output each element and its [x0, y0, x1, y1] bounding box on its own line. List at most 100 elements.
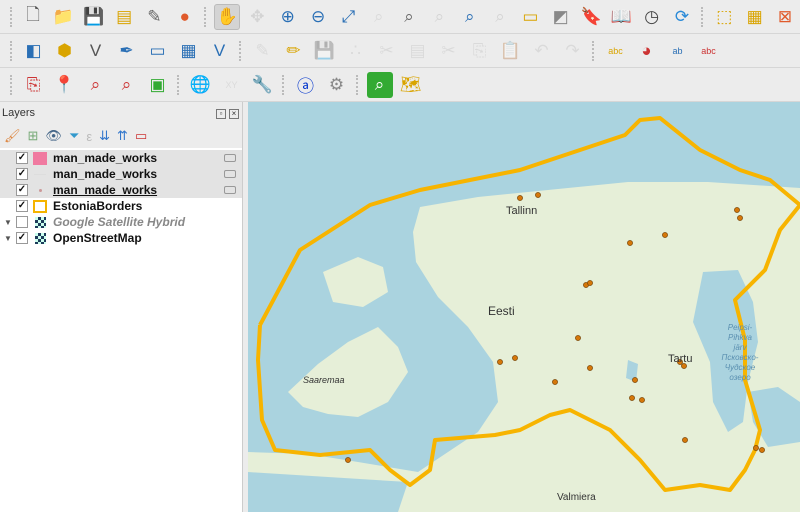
- locator-icon[interactable]: ⌕: [366, 71, 393, 98]
- filter-expression-icon[interactable]: ε: [86, 129, 92, 144]
- zoom-full-icon[interactable]: ⤢: [336, 4, 361, 30]
- identify-icon[interactable]: ⌕: [83, 72, 109, 98]
- toolbar-grip[interactable]: [701, 6, 705, 27]
- label-tool-icon[interactable]: abc: [603, 38, 629, 64]
- layer-visibility-checkbox[interactable]: [16, 216, 28, 228]
- new-geopackage-icon[interactable]: ⬢: [52, 38, 78, 64]
- save-project-icon[interactable]: 💾: [81, 4, 106, 30]
- select-features-icon[interactable]: ⬚: [712, 4, 737, 30]
- redo-icon[interactable]: ↷: [560, 38, 586, 64]
- feature-point[interactable]: [753, 445, 759, 451]
- zoom-next-icon[interactable]: ⌕: [487, 4, 512, 30]
- toolbar-grip[interactable]: [10, 6, 14, 27]
- new-print-layout-icon[interactable]: ▤: [111, 4, 136, 30]
- style-manager-colors-icon[interactable]: ●: [172, 4, 197, 30]
- qgis-cloud-icon[interactable]: ⓐ: [293, 72, 319, 98]
- style-manager-icon[interactable]: ✎: [142, 4, 167, 30]
- label-pin-icon[interactable]: ◕: [634, 38, 660, 64]
- xy-tool-icon[interactable]: XY: [219, 72, 245, 98]
- attribute-table-icon[interactable]: ▦: [742, 4, 767, 30]
- label-move-icon[interactable]: abc: [696, 38, 722, 64]
- feature-point[interactable]: [759, 447, 765, 453]
- collapse-all-icon[interactable]: ⇈: [117, 128, 128, 144]
- remove-layer-icon[interactable]: ▭: [135, 128, 147, 144]
- feature-point[interactable]: [552, 379, 558, 385]
- toolbar-grip[interactable]: [282, 74, 286, 95]
- feature-point[interactable]: [632, 377, 638, 383]
- new-project-icon[interactable]: 🗋: [20, 4, 45, 30]
- toolbar-grip[interactable]: [10, 40, 14, 61]
- toolbar-grip[interactable]: [592, 40, 596, 61]
- undo-icon[interactable]: ↶: [529, 38, 555, 64]
- close-panel-icon[interactable]: ×: [229, 109, 239, 119]
- layer-row[interactable]: ▼ ✓ OpenStreetMap: [0, 230, 242, 246]
- zoom-last-icon[interactable]: ⌕: [457, 4, 482, 30]
- style-panel-icon[interactable]: 🖌: [4, 128, 21, 144]
- add-layer-icon[interactable]: ⎘: [21, 72, 47, 98]
- feature-point[interactable]: [575, 335, 581, 341]
- zoom-in-icon[interactable]: ⊕: [275, 4, 300, 30]
- feature-point[interactable]: [639, 397, 645, 403]
- refresh-icon[interactable]: ⟳: [669, 4, 694, 30]
- new-spatialite-icon[interactable]: ✒: [114, 38, 140, 64]
- new-shapefile-icon[interactable]: V: [83, 38, 109, 64]
- toggle-editing-icon[interactable]: ✏: [281, 38, 307, 64]
- new-virtual-layer-icon[interactable]: ▭: [145, 38, 171, 64]
- delete-icon[interactable]: ▤: [405, 38, 431, 64]
- new-mesh-icon[interactable]: ▦: [176, 38, 202, 64]
- expand-arrow-icon[interactable]: ▼: [0, 234, 16, 243]
- layer-visibility-checkbox[interactable]: ✓: [16, 200, 28, 212]
- zoom-native-icon[interactable]: ⌕: [427, 4, 452, 30]
- expand-arrow-icon[interactable]: ▼: [0, 218, 16, 227]
- layer-visibility-checkbox[interactable]: ✓: [16, 168, 28, 180]
- identify-multi-icon[interactable]: ⌕: [114, 72, 140, 98]
- vertex-tool-icon[interactable]: ✂: [374, 38, 400, 64]
- wrench-icon[interactable]: 🔧: [250, 72, 276, 98]
- show-bookmarks-icon[interactable]: 📖: [609, 4, 634, 30]
- add-point-icon[interactable]: ∴: [343, 38, 369, 64]
- add-group-icon[interactable]: ⊞: [28, 128, 39, 144]
- pan-to-selection-icon[interactable]: ✥: [245, 4, 270, 30]
- save-edits-icon[interactable]: 💾: [312, 38, 338, 64]
- feature-point[interactable]: [629, 395, 635, 401]
- open-project-icon[interactable]: 📁: [51, 4, 76, 30]
- zoom-to-selection-icon[interactable]: ⌕: [366, 4, 391, 30]
- paste-icon[interactable]: 📋: [498, 38, 524, 64]
- feature-point[interactable]: [345, 457, 351, 463]
- layer-row[interactable]: ✓ man_made_works: [0, 182, 242, 198]
- pin-icon[interactable]: 📍: [52, 72, 78, 98]
- feature-point[interactable]: [737, 215, 743, 221]
- openlayers-icon[interactable]: 🗺: [398, 72, 424, 98]
- refresh-clock-icon[interactable]: ◷: [639, 4, 664, 30]
- layer-visibility-checkbox[interactable]: ✓: [16, 184, 28, 196]
- feature-point[interactable]: [627, 240, 633, 246]
- map-canvas[interactable]: Tallinn Eesti Saaremaa Tartu Valmiera Pe…: [248, 102, 800, 512]
- layer-row[interactable]: ✓ man_made_works: [0, 166, 242, 182]
- copy-icon[interactable]: ⎘: [467, 38, 493, 64]
- zoom-out-icon[interactable]: ⊖: [305, 4, 330, 30]
- toolbar-grip[interactable]: [177, 74, 181, 95]
- label-show-icon[interactable]: ab: [665, 38, 691, 64]
- digitize-icon[interactable]: ✎: [250, 38, 276, 64]
- layer-row[interactable]: ✓ EstoniaBorders: [0, 198, 242, 214]
- feature-point[interactable]: [587, 365, 593, 371]
- layer-row[interactable]: ✓ man_made_works: [0, 150, 242, 166]
- visibility-icon[interactable]: 👁: [45, 128, 62, 144]
- toolbar-grip[interactable]: [239, 40, 243, 61]
- feature-point[interactable]: [662, 232, 668, 238]
- filter-icon[interactable]: ⏷: [69, 128, 79, 144]
- new-bookmark-icon[interactable]: 🔖: [578, 4, 603, 30]
- feature-point[interactable]: [512, 355, 518, 361]
- select-rect-icon[interactable]: ▣: [145, 72, 171, 98]
- data-source-manager-icon[interactable]: ◧: [21, 38, 47, 64]
- globe-icon[interactable]: 🌐: [188, 72, 214, 98]
- feature-point[interactable]: [535, 192, 541, 198]
- deselect-icon[interactable]: ⊠: [772, 4, 797, 30]
- layer-visibility-checkbox[interactable]: ✓: [16, 152, 28, 164]
- toolbar-grip[interactable]: [10, 74, 14, 95]
- toolbar-grip[interactable]: [356, 74, 360, 95]
- zoom-to-layer-icon[interactable]: ⌕: [396, 4, 421, 30]
- feature-point[interactable]: [497, 359, 503, 365]
- processing-icon[interactable]: ⚙: [324, 72, 350, 98]
- float-panel-icon[interactable]: ▫: [216, 109, 226, 119]
